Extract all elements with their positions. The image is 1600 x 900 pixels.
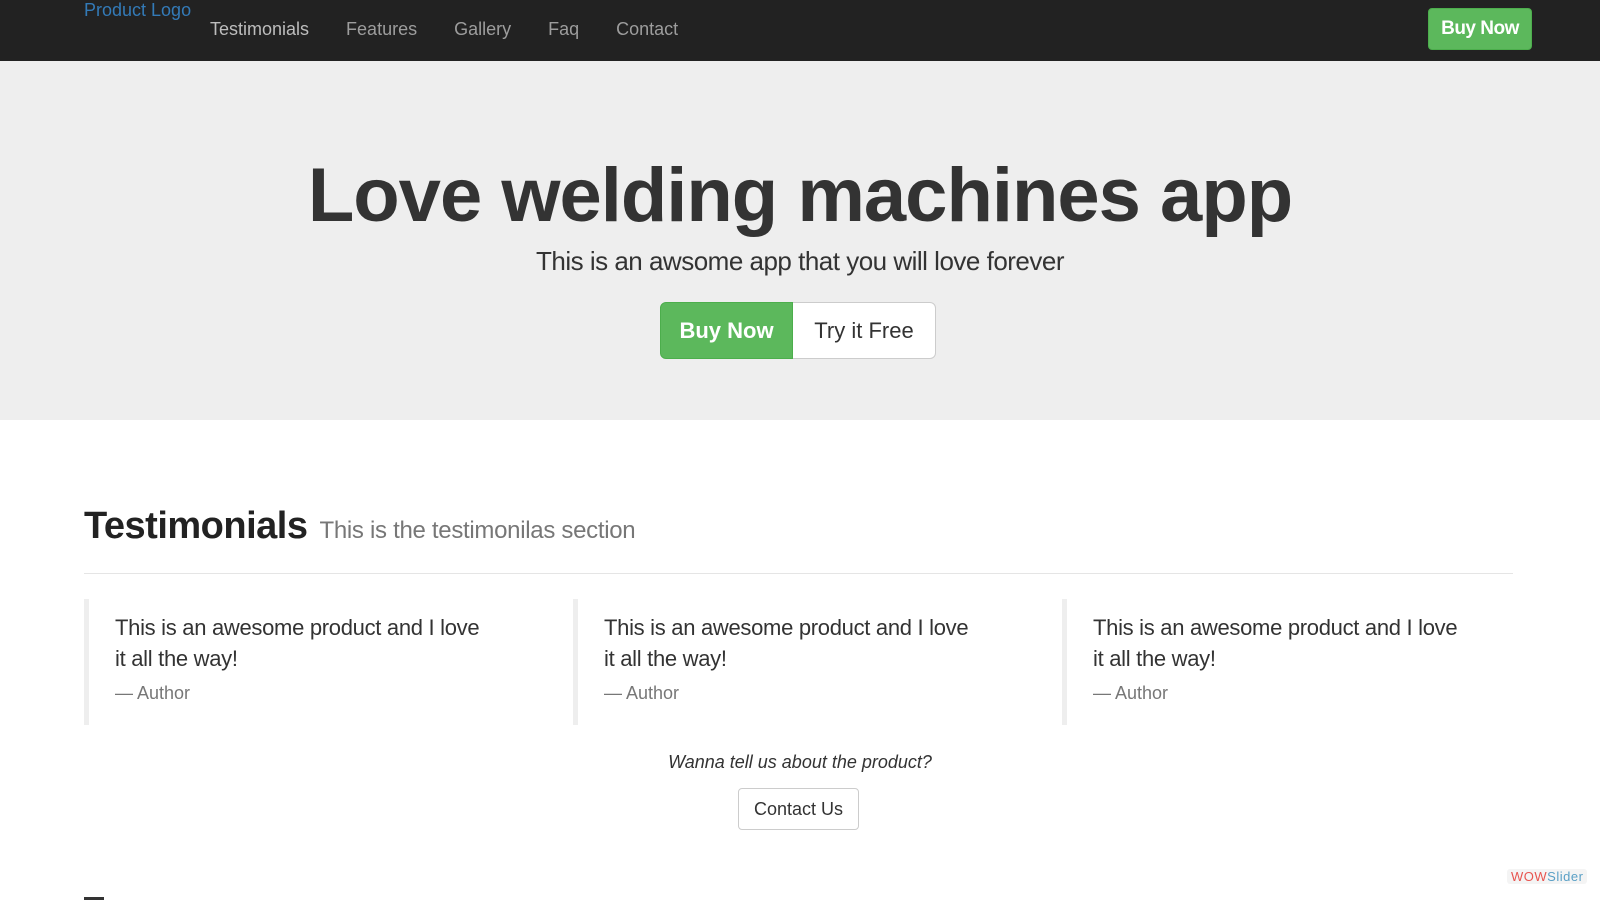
hero-section: Love welding machines app This is an aws… [0, 61, 1600, 420]
testimonial-quote: This is an awesome product and I love it… [84, 599, 494, 725]
hero-title: Love welding machines app [307, 153, 1293, 238]
testimonials-subtitle: This is the testimonilas section [319, 517, 636, 544]
nav-link-contact[interactable]: Contact [616, 18, 678, 40]
quote-author: — Author [604, 683, 680, 703]
quote-author: — Author [115, 683, 191, 703]
nav-link-features[interactable]: Features [346, 18, 417, 40]
hero-try-free-button[interactable]: Try it Free [793, 302, 936, 359]
nav-links: Testimonials Features Gallery Faq Contac… [210, 18, 715, 40]
navbar-buy-now-button[interactable]: Buy Now [1428, 8, 1532, 50]
navbar: Product Logo Testimonials Features Galle… [0, 0, 1600, 61]
section-divider [84, 573, 1513, 574]
contact-us-button[interactable]: Contact Us [738, 788, 859, 830]
quote-text: This is an awesome product and I love it… [1093, 615, 1458, 671]
feedback-prompt: Wanna tell us about the product? [668, 752, 932, 772]
hero-buy-now-button[interactable]: Buy Now [660, 302, 793, 359]
testimonial-quote: This is an awesome product and I love it… [1062, 599, 1472, 725]
nav-link-faq[interactable]: Faq [548, 18, 579, 40]
testimonials-header: Testimonials This is the testimonilas se… [84, 505, 636, 548]
brand-logo-link[interactable]: Product Logo [84, 0, 191, 20]
hero-button-group: Buy Now Try it Free [660, 302, 936, 359]
nav-link-gallery[interactable]: Gallery [454, 18, 511, 40]
quote-text: This is an awesome product and I love it… [115, 615, 480, 671]
hero-subtitle: This is an awsome app that you will love… [535, 246, 1065, 276]
nav-link-testimonials[interactable]: Testimonials [210, 18, 309, 40]
testimonial-quote: This is an awesome product and I love it… [573, 599, 983, 725]
watermark-part-slider: Slider [1547, 869, 1584, 884]
testimonials-title: Testimonials [84, 505, 308, 547]
watermark-part-wow: WOW [1511, 869, 1548, 884]
quote-author: — Author [1093, 683, 1169, 703]
wowslider-watermark[interactable]: WOWSlider [1507, 869, 1588, 884]
quote-text: This is an awesome product and I love it… [604, 615, 969, 671]
